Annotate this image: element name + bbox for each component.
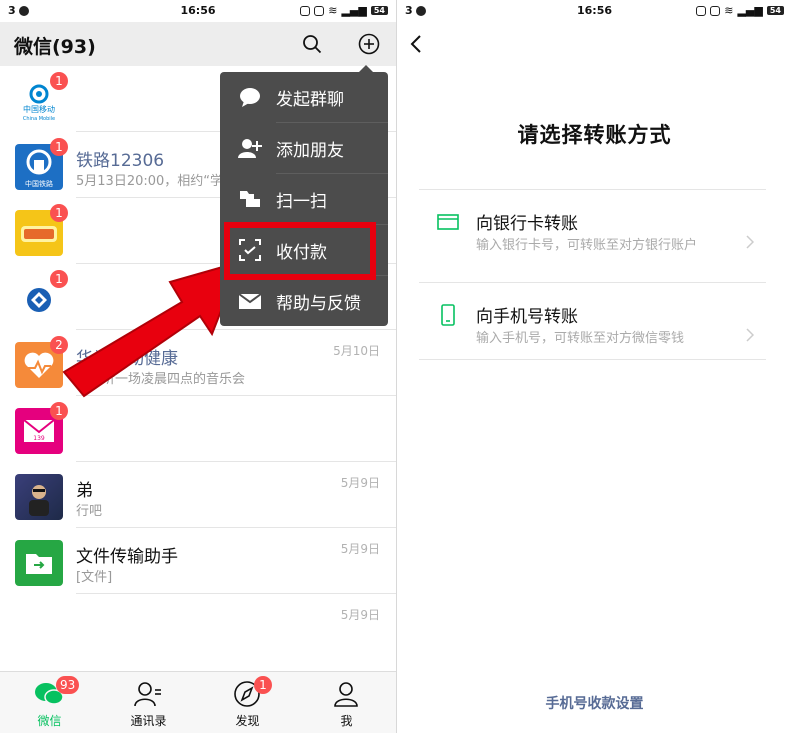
menu-item-help-feedback[interactable]: 帮助与反馈 [220,276,388,326]
tab-label: 通讯录 [130,714,167,728]
vibrate-icon [314,5,325,16]
divider [419,282,766,283]
divider [419,189,766,190]
page-title: 请选择转账方式 [517,123,672,147]
unread-badge: 2 [50,336,68,354]
battery-level: 54 [370,6,388,15]
header: 微信(93) [0,22,396,66]
tab-label: 我 [340,714,353,728]
chat-name: 文件传输助手 [76,547,178,567]
wifi-icon: ≋ [724,4,734,17]
chat-row[interactable]: 文件传输助手 [文件] 5月9日 [0,528,396,594]
chevron-right-icon [746,328,754,342]
menu-item-label: 扫一扫 [276,192,327,212]
back-icon[interactable] [409,34,423,54]
contacts-icon [134,682,161,707]
china-mobile-text: 中国移动 [23,104,55,114]
railway-logo-text: 中国铁路 [25,179,53,188]
menu-item-label: 发起群聊 [276,90,344,110]
highlight-box-annotation [224,222,376,280]
transfer-method-screen: 3 16:56 ≋ ▂▄▆ 54 请选择转账方式 向银行卡转账 输入银行卡号，可转账… [397,0,792,733]
page-title: 微信(93) [14,36,96,58]
chat-preview: 5月13日20:00，相约“学 [76,174,224,189]
tab-wechat[interactable]: 93 微信 [0,672,99,733]
139-logo-text: 139 [33,435,45,442]
tab-label: 发现 [235,714,260,728]
tab-badge: 1 [254,676,272,694]
wechat-chat-list-screen: 3 16:56 ≋ ▂▄▆ 54 微信(93) 中国移动 China Mobile 1… [0,0,396,733]
unread-badge: 1 [50,402,68,420]
chat-date: 5月9日 [340,608,380,622]
mail-icon [238,293,262,309]
person-icon [334,682,358,707]
file-transfer-icon [15,540,63,586]
add-menu-icon[interactable] [358,33,380,55]
chat-name: 铁路12306 [76,151,165,171]
menu-item-add-friend[interactable]: 添加朋友 [220,123,388,173]
chat-row[interactable]: 弟 行吧 5月9日 [0,462,396,528]
chat-preview: 行吧 [76,504,103,519]
phone-icon [441,304,455,326]
chat-row[interactable]: 2 华为运动健康 ，来听一场凌晨四点的音乐会 5月10日 [0,330,396,396]
chat-row[interactable]: 5月9日 [0,594,396,660]
menu-item-label: 添加朋友 [276,141,344,161]
battery-level: 54 [766,6,784,15]
menu-item-scan[interactable]: 扫一扫 [220,174,388,224]
alarm-icon [696,5,707,16]
status-bar: 3 16:56 ≋ ▂▄▆ 54 [0,0,396,22]
option-bank-card-transfer[interactable]: 向银行卡转账 输入银行卡号，可转账至对方银行账户 [397,205,792,285]
unread-badge: 1 [50,72,68,90]
menu-item-group-chat[interactable]: 发起群聊 [220,72,388,122]
chat-preview: ，来听一场凌晨四点的音乐会 [76,372,246,387]
chevron-right-icon [746,235,754,249]
bottom-tab-bar: 93 微信 通讯录 1 发现 我 [0,671,396,733]
chat-row[interactable]: 139 1 [0,396,396,462]
status-bar: 3 16:56 ≋ ▂▄▆ 54 [397,0,792,22]
search-icon[interactable] [302,34,322,54]
option-description: 输入银行卡号，可转账至对方银行账户 [476,238,698,253]
signal-icon: ▂▄▆ [341,4,367,17]
bank-card-icon [437,214,459,230]
menu-item-label: 帮助与反馈 [276,294,361,314]
signal-icon: ▂▄▆ [737,4,763,17]
contact-avatar [15,474,63,520]
chat-bubble-icon [240,88,260,107]
option-phone-transfer[interactable]: 向手机号转账 输入手机号，可转账至对方微信零钱 [397,298,792,378]
chat-date: 5月10日 [333,344,380,358]
unread-badge: 1 [50,138,68,156]
add-friend-icon [238,139,262,158]
chat-date: 5月9日 [340,542,380,556]
chat-name: 弟 [76,481,93,501]
tab-discover[interactable]: 1 发现 [198,672,297,733]
phone-receive-settings-link[interactable]: 手机号收款设置 [397,693,792,713]
plus-menu-popup: 发起群聊 添加朋友 扫一扫 收付款 帮助与反馈 [220,65,388,326]
tab-badge: 93 [56,676,80,694]
tab-me[interactable]: 我 [297,672,396,733]
option-description: 输入手机号，可转账至对方微信零钱 [476,331,685,346]
alarm-icon [300,5,311,16]
chat-date: 5月9日 [340,476,380,490]
option-title: 向手机号转账 [476,307,578,327]
wifi-icon: ≋ [328,4,338,17]
chat-name: 华为运动健康 [76,349,178,369]
china-mobile-subtext: China Mobile [23,116,55,122]
vibrate-icon [710,5,721,16]
tab-label: 微信 [37,714,62,728]
unread-badge: 1 [50,204,68,222]
scan-icon [240,191,260,207]
option-title: 向银行卡转账 [476,214,578,234]
tab-contacts[interactable]: 通讯录 [99,672,198,733]
unread-badge: 1 [50,270,68,288]
divider [419,359,766,360]
chat-preview: [文件] [76,570,113,585]
